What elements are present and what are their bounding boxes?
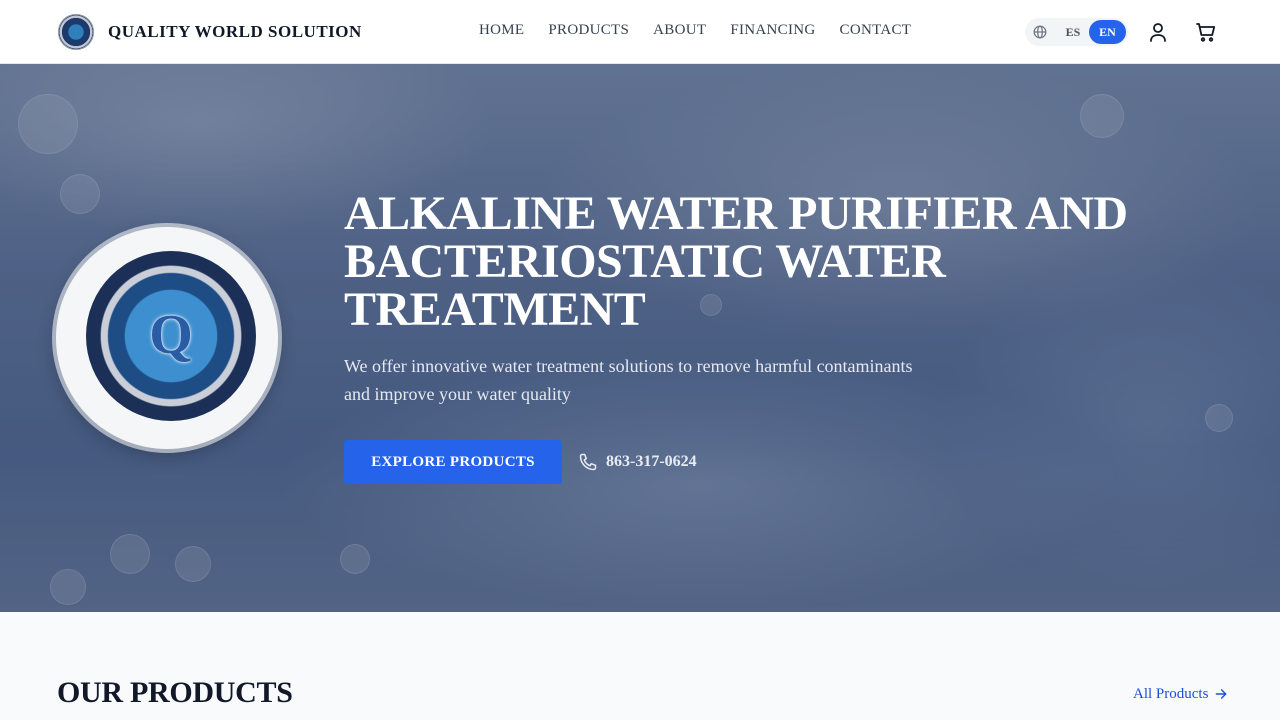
account-button[interactable] — [1146, 20, 1170, 44]
phone-number: 863-317-0624 — [606, 453, 697, 470]
products-section: OUR PRODUCTS All Products — [0, 612, 1280, 720]
language-option-en[interactable]: EN — [1089, 20, 1126, 44]
all-products-link[interactable]: All Products — [1133, 684, 1228, 704]
products-title: OUR PRODUCTS — [57, 676, 293, 709]
explore-products-button[interactable]: EXPLORE PRODUCTS — [344, 440, 562, 484]
seal-logo-icon — [58, 14, 94, 50]
all-products-label: All Products — [1133, 685, 1209, 702]
nav-item-contact[interactable]: CONTACT — [840, 22, 912, 39]
nav-item-financing[interactable]: FINANCING — [730, 22, 815, 39]
hero-title: ALKALINE WATER PURIFIER AND BACTERIOSTAT… — [344, 187, 1128, 336]
brand-name: QUALITY WORLD SOLUTION — [108, 22, 362, 41]
nav-item-about[interactable]: ABOUT — [653, 22, 706, 39]
globe-icon — [1033, 25, 1047, 39]
user-icon — [1150, 23, 1166, 42]
seal-emblem: Q — [86, 251, 256, 421]
site-header: QUALITY WORLD SOLUTION HOME PRODUCTS ABO… — [0, 0, 1280, 64]
cart-icon — [1196, 23, 1216, 42]
main-nav: HOME PRODUCTS ABOUT FINANCING CONTACT — [479, 22, 911, 39]
cart-button[interactable] — [1194, 20, 1218, 44]
hero-section: Q ALKALINE WATER PURIFIER AND BACTERIOST… — [0, 64, 1280, 612]
nav-item-products[interactable]: PRODUCTS — [548, 22, 629, 39]
brand[interactable]: QUALITY WORLD SOLUTION — [58, 14, 362, 50]
hero-seal-image: Q — [56, 227, 278, 449]
arrow-right-icon — [1216, 689, 1227, 699]
phone-icon — [579, 453, 597, 471]
nav-item-home[interactable]: HOME — [479, 22, 524, 39]
language-option-es[interactable]: ES — [1058, 23, 1088, 41]
language-switcher: ES EN — [1025, 18, 1128, 46]
hero-subtitle: We offer innovative water treatment solu… — [344, 356, 913, 404]
phone-link[interactable]: 863-317-0624 — [578, 450, 697, 474]
seal-letter: Q — [149, 304, 193, 366]
